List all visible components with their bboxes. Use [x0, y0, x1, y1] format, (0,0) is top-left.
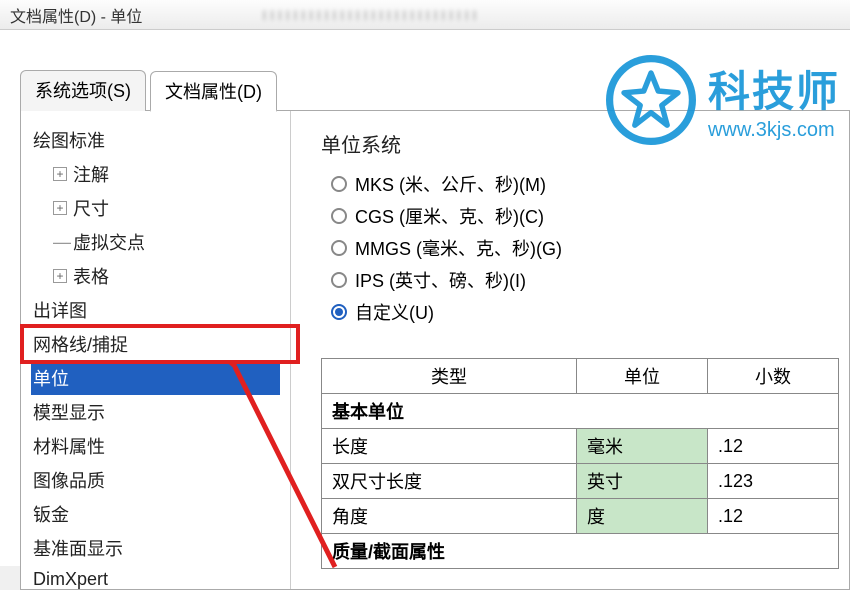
tree-detailing[interactable]: 出详图	[31, 293, 280, 327]
expand-icon[interactable]: +	[53, 269, 67, 283]
tab-system-options[interactable]: 系统选项(S)	[20, 70, 146, 111]
tab-panel: 绘图标准 + 注解 + 尺寸 — 虚拟交点 + 表格	[20, 110, 850, 590]
col-unit: 单位	[577, 359, 708, 394]
tree-plane-display[interactable]: 基准面显示	[31, 531, 280, 565]
tab-document-properties[interactable]: 文档属性(D)	[150, 71, 277, 112]
tree-annotations[interactable]: + 注解	[31, 157, 280, 191]
tree-tables[interactable]: + 表格	[31, 259, 280, 293]
tree-virtual-sharp[interactable]: — 虚拟交点	[31, 225, 280, 259]
unit-system-label: 单位系统	[321, 129, 839, 158]
tree-dimensions[interactable]: + 尺寸	[31, 191, 280, 225]
col-type: 类型	[322, 359, 577, 394]
radio-cgs[interactable]: CGS (厘米、克、秒)(C)	[331, 200, 839, 232]
tree-material-props[interactable]: 材料属性	[31, 429, 280, 463]
tree-panel: 绘图标准 + 注解 + 尺寸 — 虚拟交点 + 表格	[21, 111, 291, 589]
radio-mmgs[interactable]: MMGS (毫米、克、秒)(G)	[331, 232, 839, 264]
tree-model-display[interactable]: 模型显示	[31, 395, 280, 429]
window-title: 文档属性(D) - 单位	[10, 3, 142, 27]
expand-icon[interactable]: +	[53, 167, 67, 181]
tree-sheet-metal[interactable]: 钣金	[31, 497, 280, 531]
cell-angle-decimal[interactable]: .12	[708, 499, 839, 534]
radio-mks[interactable]: MKS (米、公斤、秒)(M)	[331, 168, 839, 200]
radio-icon	[331, 240, 347, 256]
table-row-angle: 角度 度 .12	[322, 499, 839, 534]
titlebar: 文档属性(D) - 单位 I I I I I I I I I I I I I I…	[0, 0, 850, 30]
table-header-row: 类型 单位 小数	[322, 359, 839, 394]
cell-dual-unit[interactable]: 英寸	[577, 464, 708, 499]
right-panel: 单位系统 MKS (米、公斤、秒)(M) CGS (厘米、克、秒)(C) MMG…	[291, 111, 849, 589]
cell-length-unit[interactable]: 毫米	[577, 429, 708, 464]
tree-drawing-standard[interactable]: 绘图标准	[31, 123, 280, 157]
radio-custom[interactable]: 自定义(U)	[331, 296, 839, 328]
dialog-window: 文档属性(D) - 单位 I I I I I I I I I I I I I I…	[0, 0, 850, 566]
radio-icon-checked	[331, 304, 347, 320]
unit-table: 类型 单位 小数 基本单位 长度 毫米 .12	[321, 358, 839, 569]
blurred-text: I I I I I I I I I I I I I I I I I I I I …	[262, 7, 476, 23]
section-mass: 质量/截面属性	[322, 534, 839, 569]
tree-dimxpert[interactable]: DimXpert	[31, 565, 280, 589]
table-row-length: 长度 毫米 .12	[322, 429, 839, 464]
tree-image-quality[interactable]: 图像品质	[31, 463, 280, 497]
content-area: 系统选项(S) 文档属性(D) 绘图标准 + 注解 + 尺寸 — 虚拟交点	[0, 30, 850, 566]
radio-icon	[331, 208, 347, 224]
tree-grid-snap[interactable]: 网格线/捕捉	[31, 327, 280, 361]
cell-length-decimal[interactable]: .12	[708, 429, 839, 464]
section-basic-units: 基本单位	[322, 394, 839, 429]
table-row-dual-length: 双尺寸长度 英寸 .123	[322, 464, 839, 499]
radio-ips[interactable]: IPS (英寸、磅、秒)(I)	[331, 264, 839, 296]
cell-dual-decimal[interactable]: .123	[708, 464, 839, 499]
expand-icon[interactable]: +	[53, 201, 67, 215]
radio-icon	[331, 272, 347, 288]
leaf-icon: —	[53, 232, 67, 253]
unit-system-radio-group: MKS (米、公斤、秒)(M) CGS (厘米、克、秒)(C) MMGS (毫米…	[331, 168, 839, 328]
cell-angle-unit[interactable]: 度	[577, 499, 708, 534]
col-decimal: 小数	[708, 359, 839, 394]
tree-units[interactable]: 单位	[31, 361, 280, 395]
tabs: 系统选项(S) 文档属性(D)	[20, 70, 850, 111]
radio-icon	[331, 176, 347, 192]
